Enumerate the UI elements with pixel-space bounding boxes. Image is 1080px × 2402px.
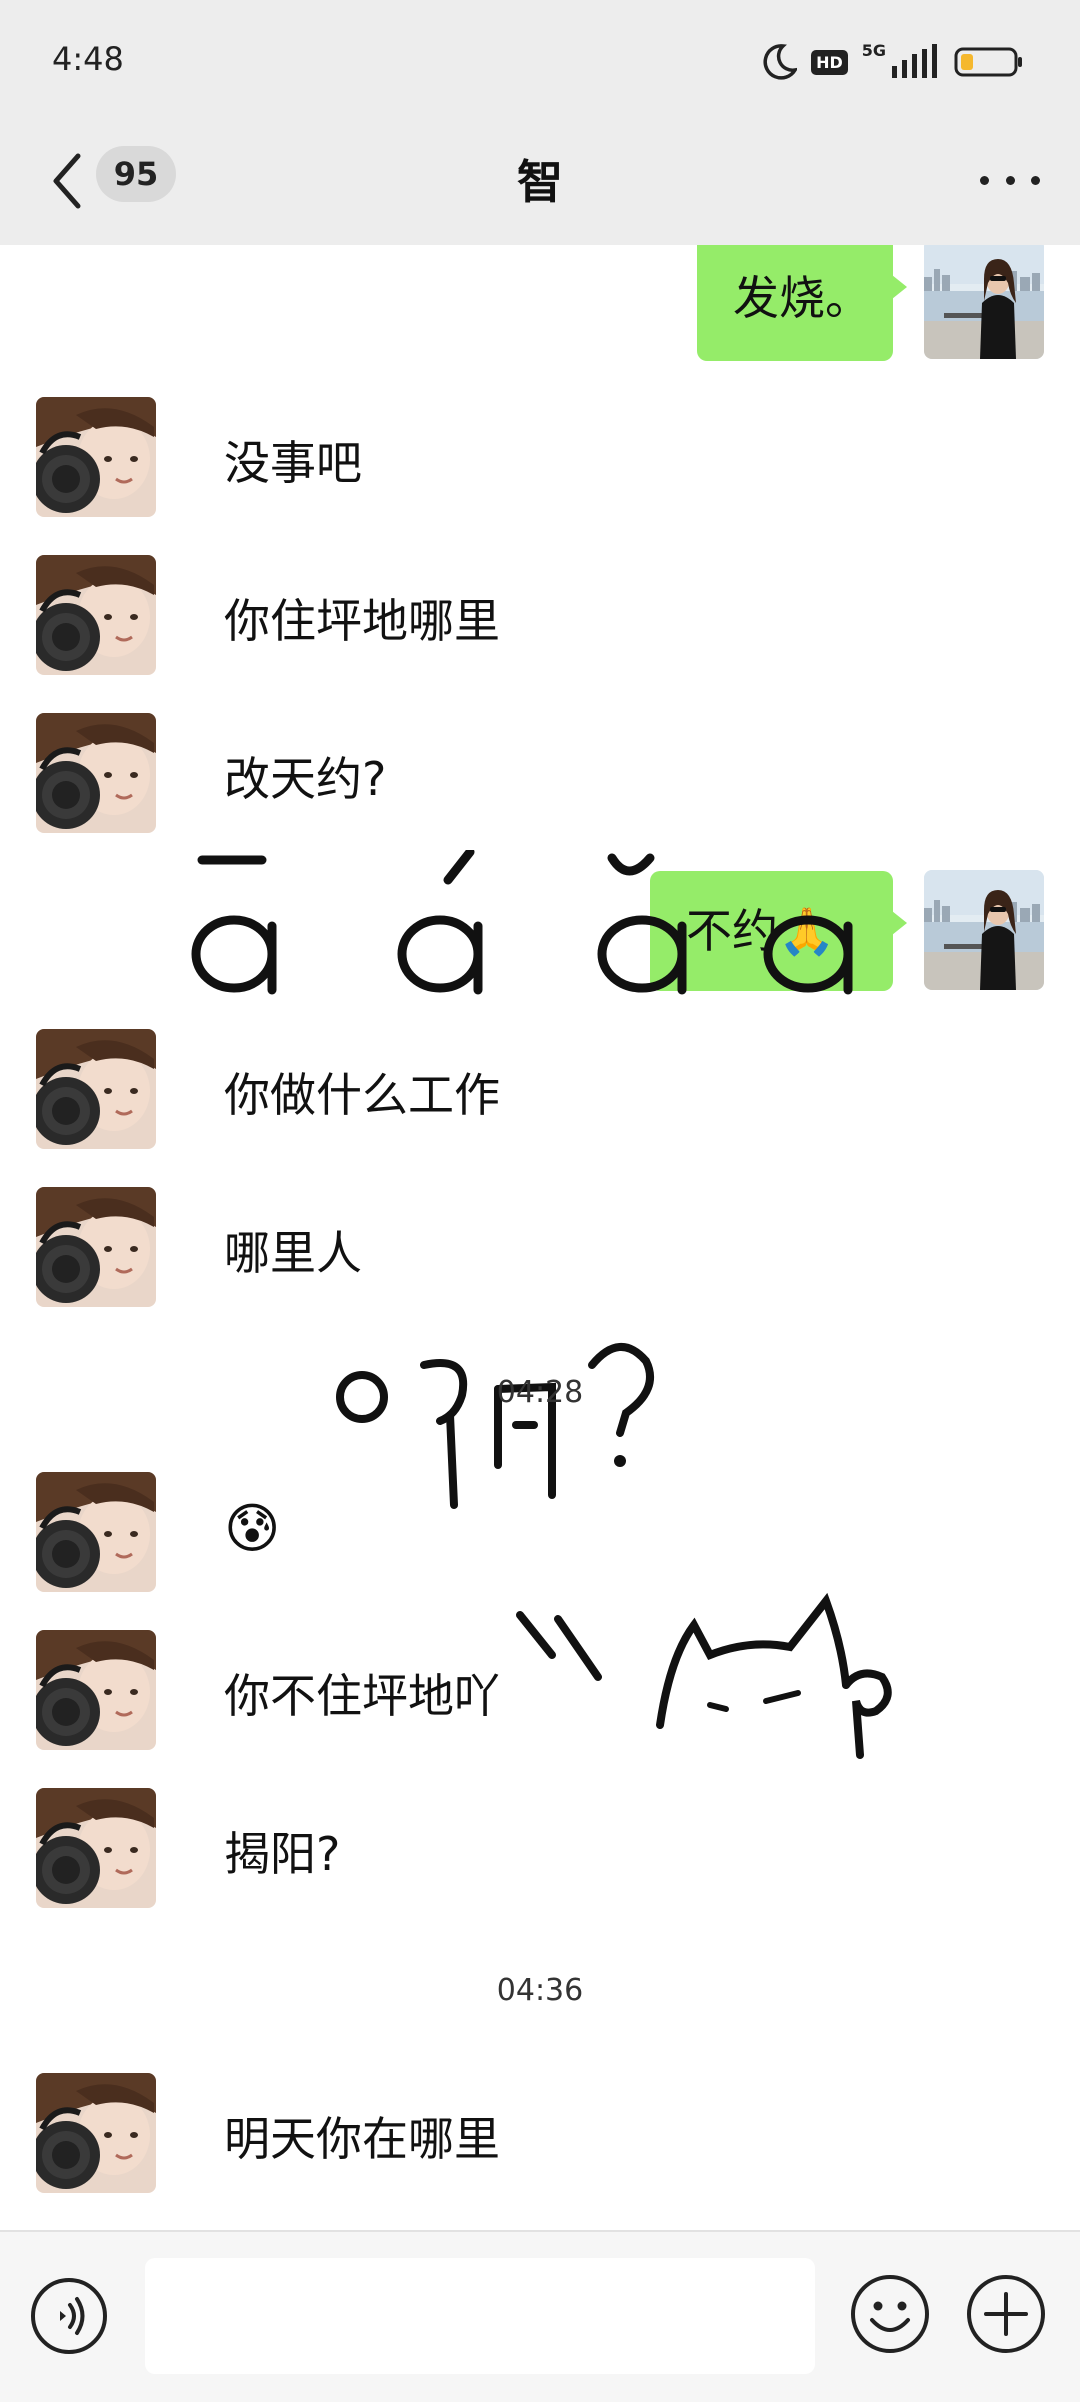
hd-badge: HD [811,49,848,75]
message-bubble-sent[interactable]: 发烧。 [697,245,907,361]
contact-avatar[interactable] [36,1187,156,1307]
chat-header: 95 智 [0,120,1080,245]
message-text: 不约 [686,904,778,958]
chat-messages[interactable]: 发烧。 没事吧 你住坪地哪里 改天约? 不约🙏 你做什么工作 哪里人 04:28… [0,245,1080,2230]
voice-icon[interactable] [30,2277,108,2355]
message-text: 发烧。 [733,271,871,325]
message-text-received[interactable]: 揭阳? [224,1818,340,1884]
battery-icon [954,47,1022,77]
self-avatar[interactable] [924,870,1044,990]
contact-avatar[interactable] [36,1029,156,1149]
network-label: 5G [861,40,886,60]
more-dot [1005,175,1015,185]
message-text-received[interactable]: 哪里人 [224,1217,362,1283]
contact-avatar[interactable] [36,713,156,833]
message-text-received[interactable]: 你做什么工作 [224,1059,500,1125]
message-input[interactable] [145,2258,815,2374]
moon-icon [763,44,798,80]
more-dot [980,175,989,185]
message-text-received[interactable]: 明天你在哪里 [224,2103,500,2169]
status-icons: HD 5G [761,38,1024,86]
more-dot [1031,175,1040,185]
contact-avatar[interactable] [36,397,156,517]
message-text-received[interactable]: 你住坪地哪里 [224,585,500,651]
plus-icon[interactable] [966,2274,1046,2354]
emoji-icon[interactable] [850,2274,930,2354]
message-text-received[interactable]: 改天约? [224,743,386,809]
message-timestamp: 04:28 [496,1375,584,1410]
message-emoji-received[interactable]: 😰 [224,1497,280,1560]
status-time: 4:48 [52,40,124,78]
status-bar: 4:48 HD 5G [0,0,1080,120]
self-avatar[interactable] [924,245,1044,359]
contact-avatar[interactable] [36,2073,156,2193]
contact-avatar[interactable] [36,555,156,675]
message-text-received[interactable]: 没事吧 [224,427,362,493]
contact-avatar[interactable] [36,1630,156,1750]
input-bar [0,2230,1080,2402]
message-text-received[interactable]: 你不住坪地吖 [224,1660,500,1726]
signal-icon [892,44,937,78]
message-bubble-sent[interactable]: 不约🙏 [650,871,907,991]
folded-hands-emoji: 🙏 [778,904,836,958]
contact-avatar[interactable] [36,1472,156,1592]
more-icon[interactable] [980,160,1040,200]
message-timestamp: 04:36 [496,1973,584,2008]
chat-title: 智 [517,155,563,209]
contact-avatar[interactable] [36,1788,156,1908]
